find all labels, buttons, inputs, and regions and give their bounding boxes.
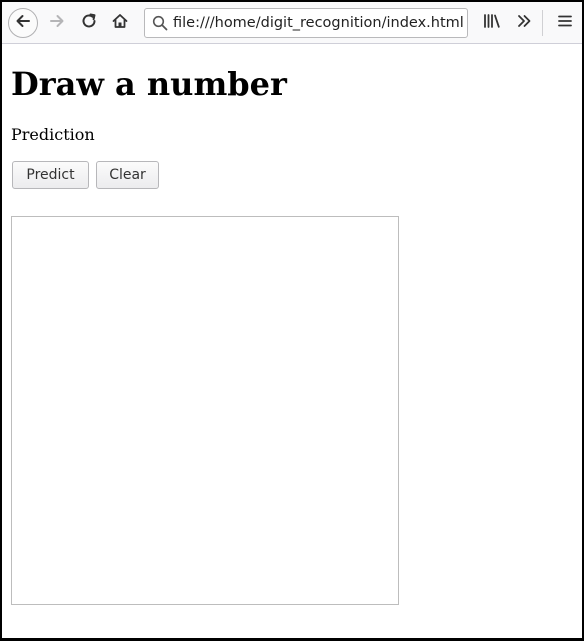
address-bar[interactable]: file:///home/digit_recognition/index.htm… bbox=[144, 8, 468, 38]
reload-button[interactable] bbox=[76, 10, 102, 36]
magnifier-icon bbox=[147, 9, 173, 37]
forward-button[interactable] bbox=[44, 10, 70, 36]
reload-icon bbox=[80, 12, 98, 34]
main-menu-button[interactable] bbox=[552, 10, 578, 36]
drawing-canvas[interactable] bbox=[11, 216, 399, 605]
clear-button[interactable]: Clear bbox=[96, 161, 159, 189]
home-button[interactable] bbox=[107, 10, 133, 36]
overflow-menu-button[interactable] bbox=[511, 10, 537, 36]
browser-toolbar: file:///home/digit_recognition/index.htm… bbox=[2, 2, 582, 44]
library-button[interactable] bbox=[479, 10, 505, 36]
double-chevron-icon bbox=[515, 12, 533, 34]
forward-arrow-icon bbox=[48, 12, 66, 34]
prediction-label: Prediction bbox=[11, 125, 95, 144]
home-icon bbox=[111, 12, 129, 34]
page-content: Draw a number Prediction Predict Clear bbox=[2, 45, 582, 638]
predict-button[interactable]: Predict bbox=[12, 161, 89, 189]
toolbar-separator bbox=[542, 10, 543, 36]
page-title: Draw a number bbox=[11, 65, 287, 103]
hamburger-menu-icon bbox=[556, 12, 574, 34]
back-arrow-icon bbox=[14, 12, 32, 34]
address-bar-url[interactable]: file:///home/digit_recognition/index.htm… bbox=[173, 15, 464, 31]
library-icon bbox=[482, 12, 502, 34]
back-button[interactable] bbox=[8, 8, 38, 38]
browser-window: file:///home/digit_recognition/index.htm… bbox=[2, 2, 582, 638]
